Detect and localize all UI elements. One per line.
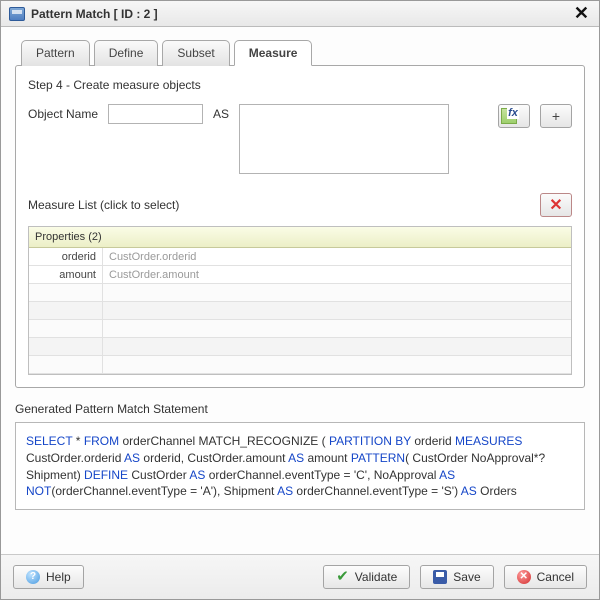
tab-panel-measure: Step 4 - Create measure objects Object N… <box>15 65 585 388</box>
table-row[interactable]: orderid CustOrder.orderid <box>29 248 571 266</box>
help-icon: ? <box>26 570 40 584</box>
footer: ? Help ✔ Validate Save ✕ Cancel <box>1 554 599 599</box>
help-label: Help <box>46 570 71 584</box>
row-value: CustOrder.orderid <box>103 251 571 263</box>
delete-icon: ✕ <box>549 195 562 215</box>
object-name-input[interactable] <box>108 104 203 124</box>
row-name: orderid <box>29 248 103 265</box>
step-label: Step 4 - Create measure objects <box>28 78 572 92</box>
plus-icon: + <box>552 108 560 124</box>
titlebar: Pattern Match [ ID : 2 ] ✕ <box>1 1 599 27</box>
generated-label: Generated Pattern Match Statement <box>15 402 585 416</box>
form-row: Object Name AS fx + <box>28 104 572 174</box>
fx-icon: fx <box>507 107 519 119</box>
object-name-label: Object Name <box>28 104 98 121</box>
table-row[interactable]: amount CustOrder.amount <box>29 266 571 284</box>
cancel-icon: ✕ <box>517 570 531 584</box>
tab-define[interactable]: Define <box>94 40 159 66</box>
cancel-label: Cancel <box>537 570 574 584</box>
validate-label: Validate <box>355 570 397 584</box>
save-icon <box>433 570 447 584</box>
tab-subset[interactable]: Subset <box>162 40 229 66</box>
measure-list-header: Measure List (click to select) ✕ <box>28 192 572 218</box>
generated-statement: SELECT * FROM orderChannel MATCH_RECOGNI… <box>15 422 585 510</box>
save-label: Save <box>453 570 480 584</box>
table-row <box>29 320 571 338</box>
body: Pattern Define Subset Measure Step 4 - C… <box>1 27 599 554</box>
tabs: Pattern Define Subset Measure <box>15 39 585 65</box>
table-row <box>29 356 571 374</box>
as-label: AS <box>213 104 229 121</box>
table-row <box>29 302 571 320</box>
row-value: CustOrder.amount <box>103 269 571 281</box>
check-icon: ✔ <box>336 571 349 583</box>
close-icon[interactable]: ✕ <box>572 3 591 24</box>
properties-header: Properties (2) <box>29 227 571 248</box>
dialog: Pattern Match [ ID : 2 ] ✕ Pattern Defin… <box>0 0 600 600</box>
tab-pattern[interactable]: Pattern <box>21 40 90 66</box>
window-title: Pattern Match [ ID : 2 ] <box>31 7 572 21</box>
tab-measure[interactable]: Measure <box>234 40 313 66</box>
expression-builder-button[interactable]: fx <box>498 104 530 128</box>
measure-list-label: Measure List (click to select) <box>28 198 179 212</box>
cancel-button[interactable]: ✕ Cancel <box>504 565 587 589</box>
help-button[interactable]: ? Help <box>13 565 84 589</box>
row-name: amount <box>29 266 103 283</box>
add-button[interactable]: + <box>540 104 572 128</box>
window-icon <box>9 7 25 21</box>
properties-grid: Properties (2) orderid CustOrder.orderid… <box>28 226 572 375</box>
validate-button[interactable]: ✔ Validate <box>323 565 410 589</box>
as-input[interactable] <box>239 104 449 174</box>
delete-button[interactable]: ✕ <box>540 193 572 217</box>
save-button[interactable]: Save <box>420 565 493 589</box>
table-row <box>29 284 571 302</box>
table-row <box>29 338 571 356</box>
